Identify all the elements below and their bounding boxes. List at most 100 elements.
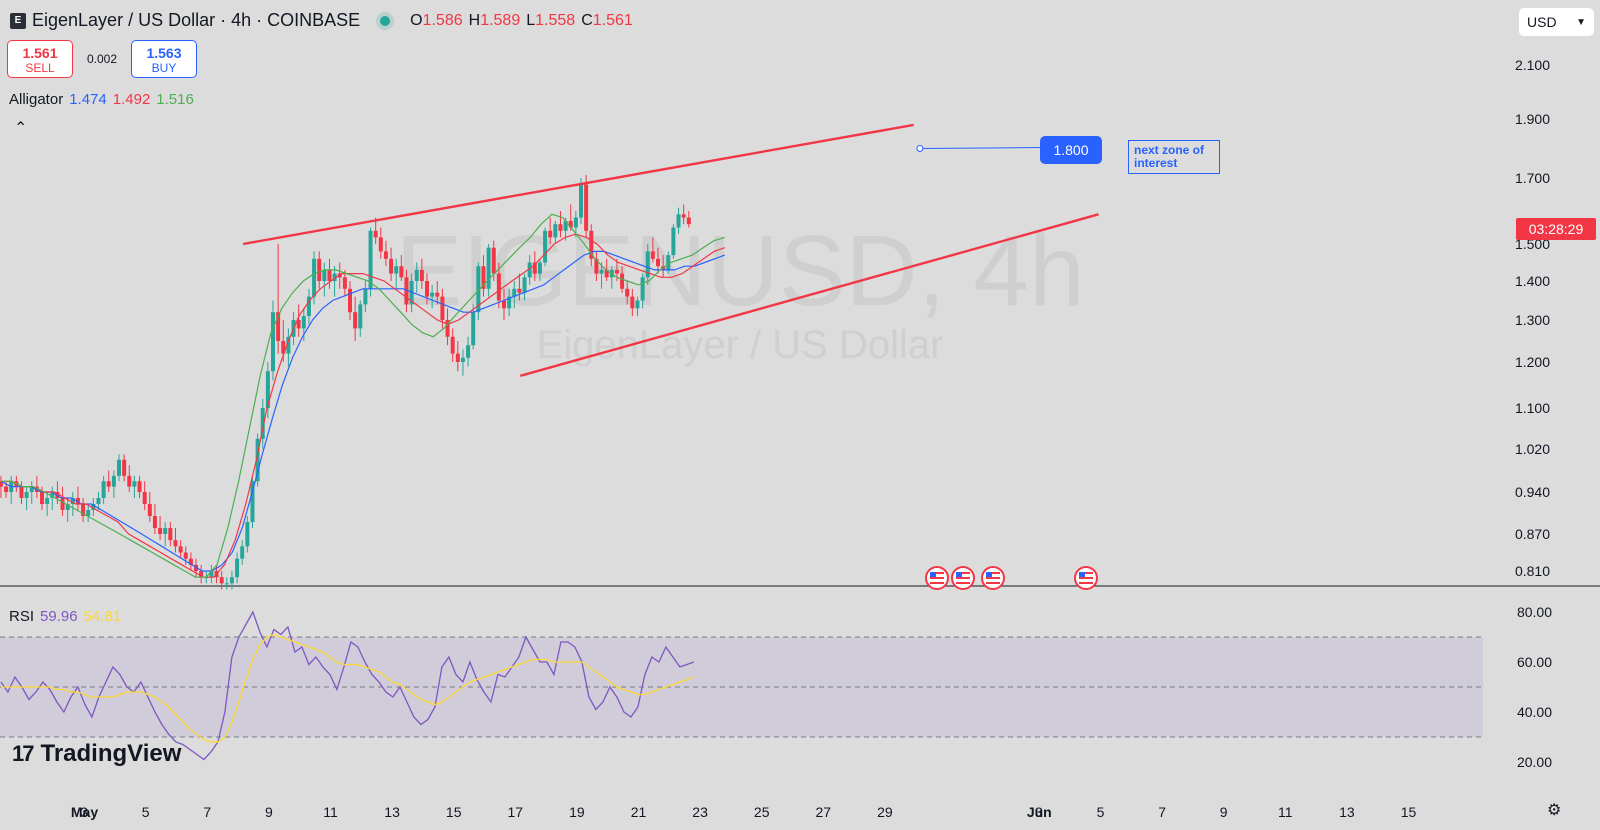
price-tick-label: 0.870 [1515,526,1550,542]
candle-body [322,269,327,281]
us-flag-event-icon[interactable] [951,566,975,590]
candle-body [235,558,240,578]
settings-gear-icon[interactable]: ⚙ [1547,800,1561,820]
candle-body [158,528,163,534]
ohlc-value-c: 1.561 [592,11,633,29]
time-tick-label: 21 [631,804,647,820]
time-tick-label: 11 [1278,804,1293,820]
candle [486,244,491,297]
candle-body [496,273,501,301]
annotation-note[interactable]: next zone of interest [1128,140,1220,174]
candle-body [219,577,224,584]
candle-body [414,269,419,281]
candle-body [599,269,604,274]
sell-button[interactable]: 1.561 SELL [7,40,73,78]
time-tick-label: 9 [265,804,273,820]
candle-body [271,312,276,372]
countdown-text: 03:28:29 [1529,221,1584,237]
candle-body [4,486,9,492]
candle-body [183,552,188,559]
price-tick-label: 2.100 [1515,57,1550,73]
time-tick-label: 13 [1339,804,1355,820]
candle-body [163,528,168,534]
candle [368,227,373,297]
candle-body [620,273,625,289]
flag-canton [930,572,936,577]
candle-body [502,300,507,309]
candle-body [440,296,445,320]
alligator-lips-value: 1.516 [156,91,194,108]
collapse-legend-icon[interactable]: ⌃ [14,118,27,138]
time-tick-label: 3 [1035,804,1043,820]
time-tick-label: 19 [569,804,585,820]
buy-price: 1.563 [146,45,182,61]
price-chart[interactable]: EIGENUSD, 4hEigenLayer / US Dollar 2.100… [0,0,1600,830]
flag-stripe [986,582,1000,584]
flag-stripe [930,582,944,584]
eigenlayer-logo-icon: E [10,12,26,29]
price-tick-label: 0.940 [1515,484,1550,500]
countdown-badge: 03:28:29 [1516,218,1596,240]
candle-body [19,486,24,498]
us-flag-event-icon[interactable] [1074,566,1098,590]
price-tick-label: 1.100 [1515,400,1550,416]
buy-label: BUY [151,61,177,75]
candle-body [106,481,111,487]
flag-stripe [1079,577,1093,579]
candle-body [676,214,681,228]
ohlc-key-c: C [581,11,593,29]
time-tick-label: 7 [1158,804,1166,820]
ohlc-key-l: L [526,11,536,29]
flag-canton [986,572,992,577]
candle-body [152,516,157,528]
buy-button[interactable]: 1.563 BUY [131,40,197,78]
candle-body [517,288,522,293]
flag-canton [1079,572,1085,577]
candle-body [240,546,245,559]
candle-body [137,481,142,492]
flag-canton [956,572,962,577]
currency-select[interactable]: USD ▼ [1519,8,1594,36]
candle [671,224,676,259]
time-tick-label: 5 [142,804,150,820]
rsi-legend[interactable]: RSI 59.96 54.81 [9,608,121,625]
rsi-tick-label: 60.00 [1517,654,1552,670]
price-tick-label: 1.300 [1515,312,1550,328]
candle-body [486,247,491,289]
candle-body [224,583,229,585]
time-tick-label: 29 [877,804,893,820]
price-tick-label: 1.700 [1515,170,1550,186]
flag-stripe [930,577,944,579]
time-tick-label: 17 [508,804,524,820]
price-tick-label: 1.020 [1515,441,1550,457]
sell-price: 1.561 [22,45,58,61]
candle-body [553,224,558,238]
chart-header: E EigenLayer / US Dollar · 4h · COINBASE… [10,10,639,31]
time-tick-label: 25 [754,804,770,820]
candle-body [394,266,399,274]
candle-body [671,227,676,256]
candle-body [435,292,440,297]
us-flag-event-icon[interactable] [981,566,1005,590]
candle-body [399,266,404,278]
tradingview-logo: 17 TradingView [12,740,181,768]
watermark-name: EigenLayer / US Dollar [537,323,944,367]
sell-label: SELL [25,61,55,75]
candle-body [430,292,435,297]
candle-body [558,224,563,231]
candle-body [573,217,578,228]
candle-body [419,269,424,281]
candle-body [543,230,548,263]
ohlc-key-h: H [468,11,481,29]
time-tick-label: 9 [1220,804,1228,820]
symbol-title[interactable]: EigenLayer / US Dollar · 4h · COINBASE [32,10,360,31]
candle-body [265,371,270,408]
us-flag-event-icon[interactable] [925,566,949,590]
candle-body [686,217,691,225]
alligator-legend[interactable]: Alligator 1.474 1.492 1.516 [9,91,194,108]
ohlc-values: O1.586 H1.589 L1.558 C1.561 [410,12,639,30]
candle-body [348,288,353,313]
candle-body [317,258,322,281]
candle-body [342,277,347,289]
candle-body [614,269,619,274]
